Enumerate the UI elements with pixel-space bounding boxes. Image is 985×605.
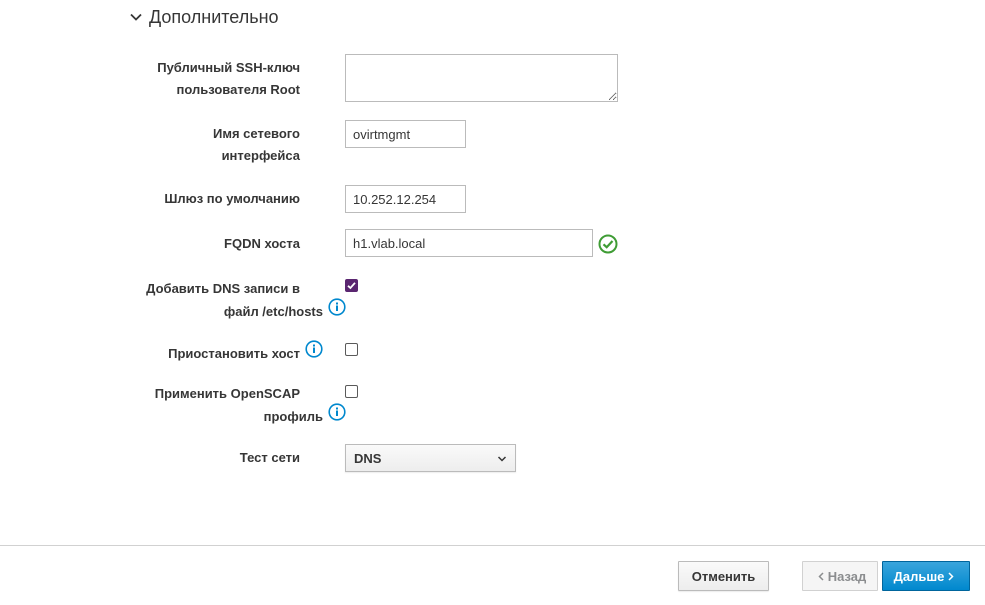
- pause-host-label-text: Приостановить хост: [168, 345, 300, 361]
- footer-divider: [0, 545, 985, 546]
- nic-name-label-line2: интерфейса: [221, 148, 300, 163]
- pause-host-checkbox[interactable]: [345, 343, 358, 356]
- openscap-label: Применить OpenSCAP профиль: [154, 383, 346, 430]
- section-toggle-advanced[interactable]: Дополнительно: [129, 4, 279, 30]
- gateway-input[interactable]: [345, 185, 466, 213]
- gateway-label: Шлюз по умолчанию: [164, 191, 300, 206]
- check-circle-icon: [598, 234, 618, 259]
- openscap-label-line2: профиль: [263, 408, 323, 424]
- back-button-label: Назад: [827, 568, 867, 584]
- info-icon[interactable]: [328, 298, 346, 323]
- network-test-selected-value: DNS: [354, 450, 382, 466]
- back-button[interactable]: Назад: [802, 561, 878, 591]
- nic-name-input[interactable]: [345, 120, 466, 148]
- caret-down-icon: [497, 451, 507, 466]
- fqdn-label: FQDN хоста: [224, 236, 300, 251]
- ssh-key-label-line2: пользователя Root: [176, 82, 301, 97]
- ssh-key-textarea[interactable]: [345, 54, 618, 102]
- chevron-down-icon: [129, 10, 143, 24]
- network-test-label: Тест сети: [239, 450, 300, 465]
- next-button-label: Дальше: [893, 568, 945, 584]
- add-dns-label-line2: файл /etc/hosts: [223, 303, 323, 319]
- info-icon[interactable]: [305, 340, 323, 365]
- ssh-key-label-line1: Публичный SSH-ключ: [157, 60, 300, 75]
- wizard-step-advanced: Дополнительно Публичный SSH-ключ пользов…: [0, 0, 985, 605]
- openscap-checkbox[interactable]: [345, 385, 358, 398]
- fqdn-input[interactable]: [345, 229, 593, 257]
- add-dns-label-line1: Добавить DNS записи в: [146, 281, 300, 296]
- add-dns-label: Добавить DNS записи в файл /etc/hosts: [146, 278, 346, 325]
- add-dns-checkbox[interactable]: [345, 279, 358, 292]
- cancel-button[interactable]: Отменить: [678, 561, 769, 591]
- nic-name-label: Имя сетевого интерфейса: [213, 123, 300, 167]
- cancel-button-label: Отменить: [691, 568, 756, 584]
- section-title: Дополнительно: [149, 7, 279, 27]
- chevron-right-icon: [948, 569, 954, 584]
- chevron-left-icon: [818, 569, 824, 584]
- pause-host-label: Приостановить хост: [168, 340, 323, 367]
- next-button[interactable]: Дальше: [882, 561, 970, 591]
- openscap-label-line1: Применить OpenSCAP: [154, 386, 300, 401]
- info-icon[interactable]: [328, 403, 346, 428]
- ssh-key-label: Публичный SSH-ключ пользователя Root: [157, 57, 300, 101]
- network-test-select[interactable]: DNS: [345, 444, 516, 472]
- nic-name-label-line1: Имя сетевого: [213, 126, 300, 141]
